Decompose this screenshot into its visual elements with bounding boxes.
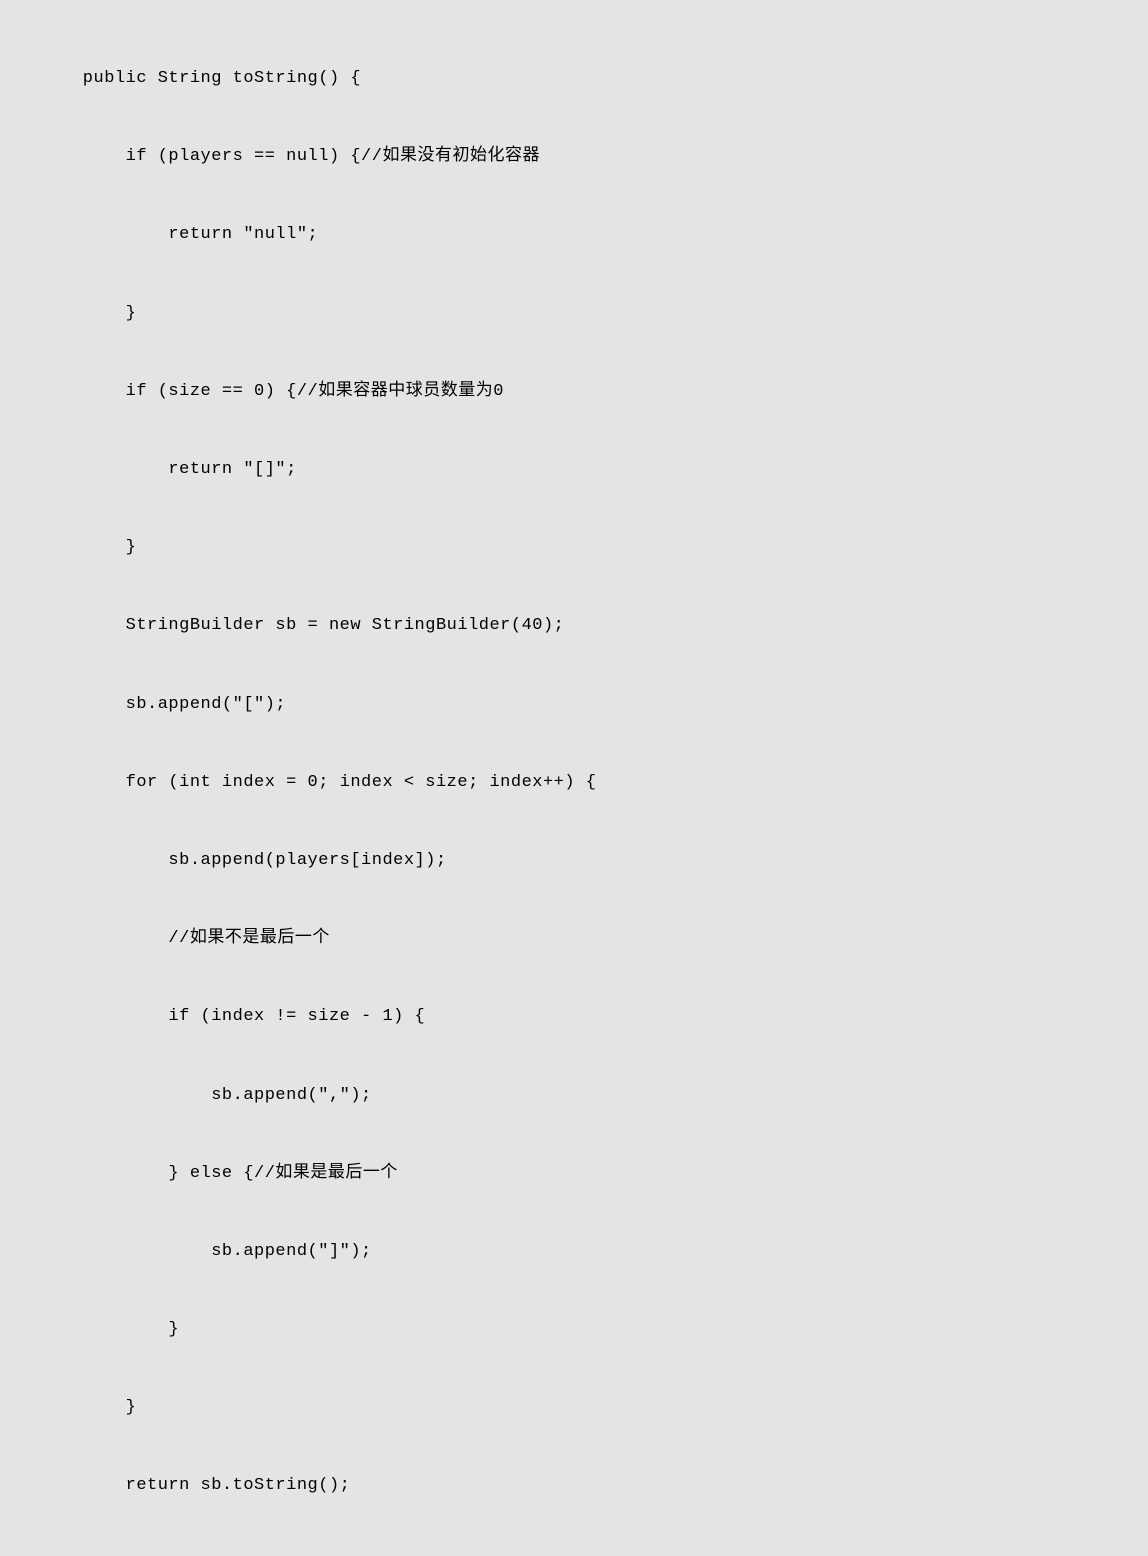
code-line: if (index != size - 1) { (40, 997, 1108, 1036)
code-line: } (40, 1545, 1108, 1556)
code-line: StringBuilder sb = new StringBuilder(40)… (40, 606, 1108, 645)
code-line: return "null"; (40, 215, 1108, 254)
code-line: } (40, 1310, 1108, 1349)
code-line: sb.append(players[index]); (40, 841, 1108, 880)
code-line: } (40, 528, 1108, 567)
code-block: public String toString() { if (players =… (40, 20, 1108, 1556)
code-line: if (players == null) {//如果没有初始化容器 (40, 137, 1108, 176)
code-line: public String toString() { (40, 59, 1108, 98)
code-line: sb.append("["); (40, 685, 1108, 724)
code-line: if (size == 0) {//如果容器中球员数量为0 (40, 372, 1108, 411)
code-line: //如果不是最后一个 (40, 919, 1108, 958)
code-line: return "[]"; (40, 450, 1108, 489)
code-line: for (int index = 0; index < size; index+… (40, 763, 1108, 802)
code-line: return sb.toString(); (40, 1466, 1108, 1505)
code-line: } else {//如果是最后一个 (40, 1154, 1108, 1193)
code-line: } (40, 294, 1108, 333)
code-line: sb.append(","); (40, 1076, 1108, 1115)
code-line: sb.append("]"); (40, 1232, 1108, 1271)
code-line: } (40, 1388, 1108, 1427)
